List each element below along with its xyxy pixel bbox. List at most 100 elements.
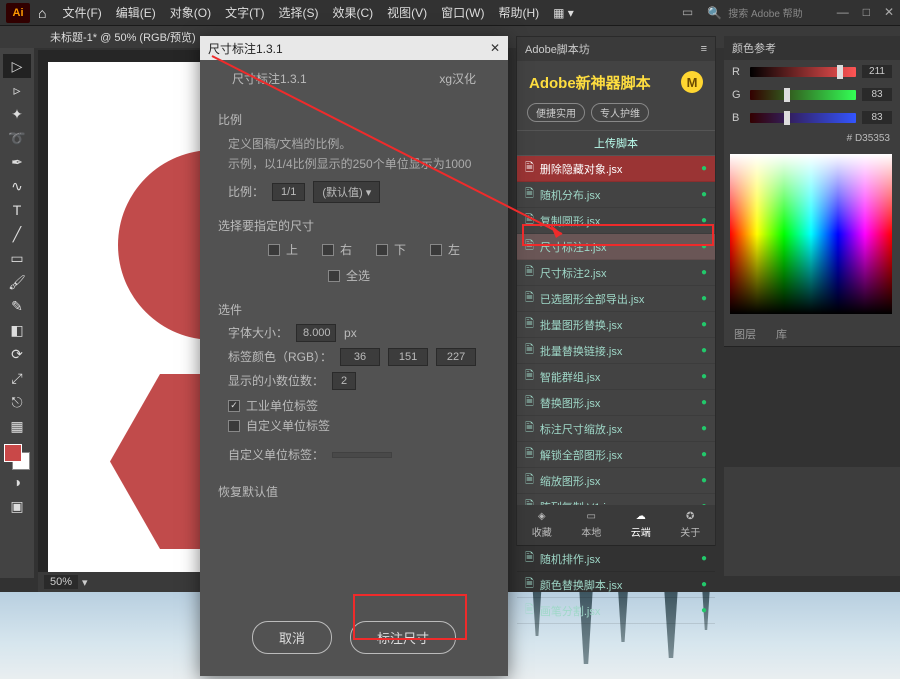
script-item[interactable]: 🗎标注尺寸缩放.jsx●	[517, 416, 715, 442]
brush-tool[interactable]: 🖌	[3, 270, 31, 294]
rotate-tool[interactable]: ⟳	[3, 342, 31, 366]
libraries-tab[interactable]: 库	[776, 326, 787, 342]
script-item[interactable]: 🗎缩放图形.jsx●	[517, 468, 715, 494]
font-size-input[interactable]: 8.000	[296, 324, 336, 342]
menu-object[interactable]: 对象(O)	[170, 4, 211, 21]
free-transform-tool[interactable]: ▦	[3, 414, 31, 438]
script-item[interactable]: 🗎随机分布.jsx●	[517, 182, 715, 208]
direct-select-tool[interactable]: ▹	[3, 78, 31, 102]
color-spectrum[interactable]	[730, 154, 892, 314]
eraser-tool[interactable]: ◧	[3, 318, 31, 342]
script-item[interactable]: 🗎颜色替换脚本.jsx●	[517, 572, 715, 598]
script-item[interactable]: 🗎删除隐藏对象.jsx●	[517, 156, 715, 182]
arrange-icon[interactable]: ▦ ▾	[553, 6, 574, 20]
download-icon[interactable]: ●	[701, 475, 707, 486]
zoom-dropdown-icon[interactable]: ▾	[82, 576, 88, 589]
workspace-icon[interactable]: ▭	[682, 5, 693, 20]
download-icon[interactable]: ●	[701, 267, 707, 278]
color-g-input[interactable]: 151	[388, 348, 428, 366]
tag-maintained[interactable]: 专人护维	[591, 103, 649, 122]
script-item[interactable]: 🗎批量图形替换.jsx●	[517, 312, 715, 338]
b-value[interactable]: 83	[862, 111, 892, 124]
download-icon[interactable]: ●	[701, 293, 707, 304]
menu-window[interactable]: 窗口(W)	[441, 4, 484, 21]
script-item[interactable]: 🗎已选图形全部导出.jsx●	[517, 286, 715, 312]
script-item[interactable]: 🗎替换图形.jsx●	[517, 390, 715, 416]
tab-about[interactable]: ✪关于	[680, 511, 700, 539]
fill-stroke-swatch[interactable]	[4, 444, 30, 470]
download-icon[interactable]: ●	[701, 241, 707, 252]
tag-practical[interactable]: 便捷实用	[527, 103, 585, 122]
home-icon[interactable]: ⌂	[38, 5, 46, 21]
download-icon[interactable]: ●	[701, 449, 707, 460]
color-r-input[interactable]: 36	[340, 348, 380, 366]
download-icon[interactable]: ●	[701, 371, 707, 382]
decimals-input[interactable]: 2	[332, 372, 356, 390]
search-box[interactable]: 🔍 搜索 Adobe 帮助	[707, 5, 802, 20]
menu-file[interactable]: 文件(F)	[62, 4, 101, 21]
chk-left[interactable]: 左	[430, 240, 460, 260]
chk-right[interactable]: 右	[322, 240, 352, 260]
script-item[interactable]: 🗎随机排作.jsx●	[517, 546, 715, 572]
chk-all[interactable]: 全选	[328, 266, 490, 286]
b-slider[interactable]	[750, 113, 856, 123]
ratio-default-select[interactable]: (默认值) ▾	[313, 181, 380, 203]
tab-cloud[interactable]: ☁云端	[631, 511, 651, 539]
dialog-close-icon[interactable]: ✕	[490, 41, 500, 55]
script-item[interactable]: 🗎尺寸标注2.jsx●	[517, 260, 715, 286]
script-panel-tab[interactable]: Adobe脚本坊	[525, 41, 590, 57]
tab-favorites[interactable]: ◈收藏	[532, 511, 552, 539]
rect-tool[interactable]: ▭	[3, 246, 31, 270]
layers-body[interactable]	[724, 347, 900, 467]
menu-select[interactable]: 选择(S)	[278, 4, 318, 21]
g-value[interactable]: 83	[862, 88, 892, 101]
custom-unit-input[interactable]	[332, 452, 392, 458]
download-icon[interactable]: ●	[701, 579, 707, 590]
upload-script-button[interactable]: 上传脚本	[517, 130, 715, 156]
download-icon[interactable]: ●	[701, 553, 707, 564]
selection-tool[interactable]: ▷	[3, 54, 31, 78]
scale-tool[interactable]: ⤢	[3, 366, 31, 390]
download-icon[interactable]: ●	[701, 163, 707, 174]
shaper-tool[interactable]: ✎	[3, 294, 31, 318]
script-item[interactable]: 🗎画笔分割.jsx●	[517, 598, 715, 624]
script-item[interactable]: 🗎复制圆形.jsx●	[517, 208, 715, 234]
chk-custom-unit[interactable]: 自定义单位标签	[228, 416, 490, 436]
script-item[interactable]: 🗎尺寸标注1.jsx●	[517, 234, 715, 260]
close-icon[interactable]: ✕	[884, 5, 894, 20]
line-tool[interactable]: ╱	[3, 222, 31, 246]
download-icon[interactable]: ●	[701, 345, 707, 356]
menu-effect[interactable]: 效果(C)	[332, 4, 373, 21]
menu-edit[interactable]: 编辑(E)	[116, 4, 156, 21]
lasso-tool[interactable]: ➰	[3, 126, 31, 150]
max-icon[interactable]: □	[863, 5, 870, 20]
cancel-button[interactable]: 取消	[252, 621, 332, 654]
hex-value[interactable]: # D35353	[724, 129, 900, 148]
layers-tab[interactable]: 图层	[734, 326, 756, 342]
screen-mode[interactable]: ▣	[3, 494, 31, 518]
menu-help[interactable]: 帮助(H)	[498, 4, 539, 21]
curvature-tool[interactable]: ∿	[3, 174, 31, 198]
apply-button[interactable]: 标注尺寸	[350, 621, 456, 654]
color-panel-tab[interactable]: 颜色参考	[724, 36, 900, 60]
script-item[interactable]: 🗎批量替换链接.jsx●	[517, 338, 715, 364]
chk-top[interactable]: 上	[268, 240, 298, 260]
menu-type[interactable]: 文字(T)	[225, 4, 264, 21]
download-icon[interactable]: ●	[701, 605, 707, 616]
ratio-select[interactable]: 1/1	[272, 183, 305, 201]
script-item[interactable]: 🗎智能群组.jsx●	[517, 364, 715, 390]
draw-mode[interactable]: ◑	[3, 470, 31, 494]
download-icon[interactable]: ●	[701, 215, 707, 226]
download-icon[interactable]: ●	[701, 319, 707, 330]
color-b-input[interactable]: 227	[436, 348, 476, 366]
wand-tool[interactable]: ✦	[3, 102, 31, 126]
type-tool[interactable]: T	[3, 198, 31, 222]
r-value[interactable]: 211	[862, 65, 892, 78]
chk-industrial-unit[interactable]: ✓工业单位标签	[228, 396, 490, 416]
pen-tool[interactable]: ✒	[3, 150, 31, 174]
chk-bottom[interactable]: 下	[376, 240, 406, 260]
width-tool[interactable]: ⎋	[3, 390, 31, 414]
menu-view[interactable]: 视图(V)	[387, 4, 427, 21]
min-icon[interactable]: —	[837, 5, 849, 20]
download-icon[interactable]: ●	[701, 189, 707, 200]
